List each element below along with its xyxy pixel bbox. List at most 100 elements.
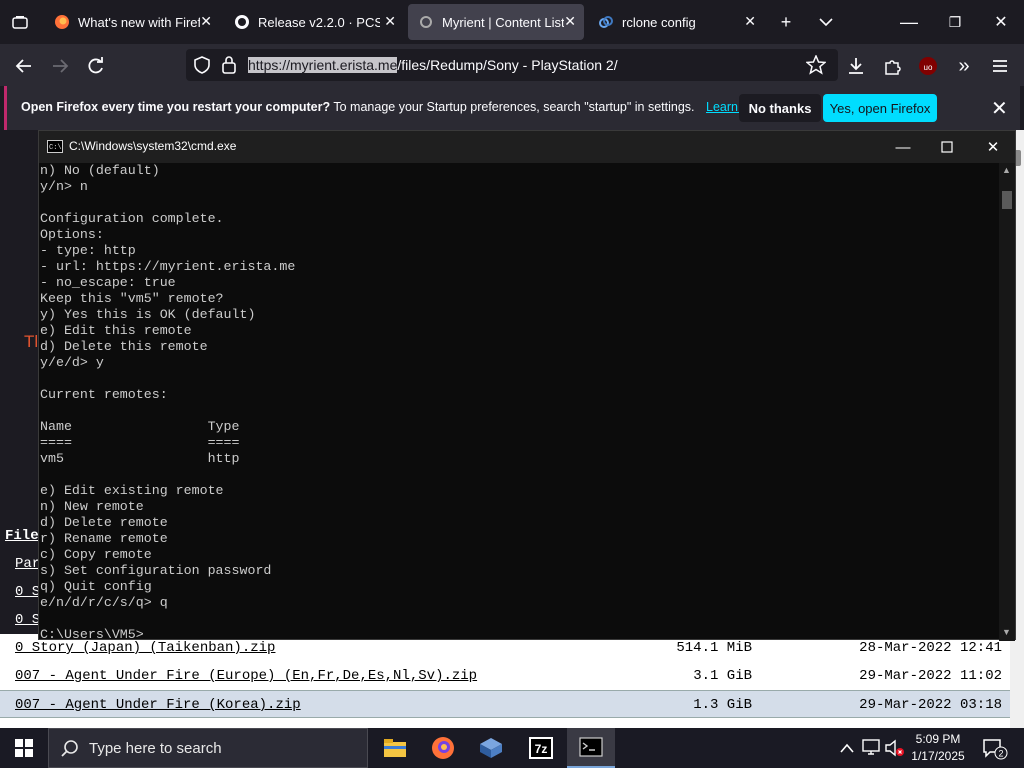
list-all-tabs-button[interactable] [812, 10, 840, 34]
terminal-icon [579, 737, 603, 757]
cmd-close-button[interactable]: ✕ [973, 135, 1013, 159]
cmd-taskbar-button[interactable] [567, 728, 615, 768]
svg-text:C:\: C:\ [49, 144, 62, 152]
reload-button[interactable] [82, 52, 110, 80]
downloads-button[interactable] [842, 52, 870, 80]
rclone-icon [598, 14, 614, 30]
myrient-icon [418, 14, 434, 30]
close-icon[interactable]: ✕ [384, 13, 396, 30]
taskbar: Type here to search 7z 5:09 PM 1/17/2025… [0, 728, 1024, 768]
plus-icon: + [780, 11, 792, 32]
url-path: /files/Redump/Sony - PlayStation 2/ [397, 57, 618, 73]
file-link-fragment[interactable]: 0 S [15, 584, 40, 600]
cmd-maximize-button[interactable] [927, 135, 967, 159]
file-date: 29-Mar-2022 11:02 [859, 668, 1002, 684]
file-explorer-button[interactable] [371, 728, 419, 768]
back-button[interactable] [10, 52, 38, 80]
firefox-icon [432, 737, 454, 759]
no-thanks-button[interactable]: No thanks [739, 94, 821, 122]
file-column-header[interactable]: File [5, 528, 39, 544]
close-icon[interactable]: ✕ [991, 96, 1008, 121]
close-icon[interactable]: ✕ [564, 13, 576, 30]
close-icon: ✕ [986, 139, 1000, 156]
star-icon[interactable] [805, 54, 827, 80]
notification-message: Open Firefox every time you restart your… [21, 100, 770, 114]
file-size: 514.1 MiB [676, 640, 752, 656]
clock-date: 1/17/2025 [911, 749, 965, 763]
taskbar-search[interactable]: Type here to search [48, 728, 368, 768]
close-icon[interactable]: ✕ [200, 13, 212, 30]
github-icon [234, 14, 250, 30]
new-tab-button[interactable]: + [772, 10, 800, 34]
tab-label: What's new with Firefox [78, 14, 200, 30]
search-placeholder: Type here to search [89, 740, 222, 757]
cmd-console[interactable]: n) No (default) y/n> n Configuration com… [39, 163, 999, 641]
double-chevron-right-icon: » [958, 54, 970, 77]
download-icon [849, 58, 863, 74]
parent-directory-link[interactable]: Par [15, 556, 40, 572]
firefox-taskbar-button[interactable] [419, 728, 467, 768]
windows-logo-icon [15, 739, 33, 757]
close-icon[interactable]: ✕ [744, 13, 756, 30]
page-heading-fragment: Tl [24, 332, 39, 351]
tab-rclone[interactable]: rclone config ✕ [588, 4, 764, 40]
file-link-fragment[interactable]: 0 S [15, 612, 40, 628]
minimize-button[interactable]: — [894, 10, 924, 34]
notification-question: Open Firefox every time you restart your… [21, 100, 331, 114]
reload-icon [88, 57, 103, 74]
svg-text:uo: uo [924, 63, 933, 72]
file-row-clipped[interactable] [0, 718, 1010, 728]
arrow-right-icon [53, 59, 69, 73]
firefox-icon [54, 14, 70, 30]
scroll-up-icon[interactable]: ▲ [1002, 165, 1011, 175]
tab-list-button[interactable] [6, 10, 34, 34]
console-output: n) No (default) y/n> n Configuration com… [40, 163, 296, 641]
file-name-link[interactable]: 0 Story (Japan) (Taikenban).zip [15, 640, 275, 656]
tab-release[interactable]: Release v2.2.0 · PCSX2/pcsx2 ✕ [224, 4, 404, 40]
app-menu-button[interactable] [986, 52, 1014, 80]
file-row[interactable]: 007 - Agent Under Fire (Europe) (En,Fr,D… [0, 662, 1010, 690]
cmd-window[interactable]: C:\ C:\Windows\system32\cmd.exe — ✕ n) N… [38, 130, 1016, 641]
ublock-button[interactable]: uo [914, 52, 942, 80]
cmd-scrollbar[interactable]: ▲ ▼ [999, 163, 1015, 641]
minimize-icon: — [895, 138, 911, 156]
notification-detail: To manage your Startup preferences, sear… [333, 100, 695, 114]
forward-button[interactable] [46, 52, 74, 80]
tab-label: rclone config [622, 14, 696, 30]
nav-bar: https://myrient.erista.me/files/Redump/S… [0, 44, 1024, 86]
overflow-menu-button[interactable]: » [950, 52, 978, 80]
cmd-minimize-button[interactable]: — [883, 135, 923, 159]
shield-icon[interactable] [194, 56, 210, 79]
chevron-up-icon[interactable] [840, 740, 854, 758]
cmd-scrollbar-thumb[interactable] [1002, 191, 1012, 209]
file-size: 3.1 GiB [693, 668, 752, 684]
notification-center-icon[interactable]: 2 [982, 738, 1008, 765]
file-row[interactable]: 007 - Agent Under Fire (Korea).zip 1.3 G… [0, 690, 1010, 718]
lock-icon[interactable] [222, 56, 236, 79]
close-window-button[interactable]: ✕ [986, 10, 1016, 34]
extensions-button[interactable] [878, 52, 906, 80]
url-bar[interactable]: https://myrient.erista.me/files/Redump/S… [186, 49, 838, 81]
ublock-origin-icon: uo [919, 57, 937, 75]
tab-whats-new[interactable]: What's new with Firefox ✕ [44, 4, 220, 40]
restore-button[interactable]: ❐ [940, 10, 970, 34]
cmd-title-bar[interactable]: C:\ C:\Windows\system32\cmd.exe — ✕ [39, 131, 1015, 163]
url-text[interactable]: https://myrient.erista.me/files/Redump/S… [248, 57, 618, 73]
app-taskbar-button[interactable] [467, 728, 515, 768]
open-firefox-button[interactable]: Yes, open Firefox [823, 94, 937, 122]
maximize-icon [941, 141, 953, 153]
file-name-link[interactable]: 007 - Agent Under Fire (Europe) (En,Fr,D… [15, 668, 477, 684]
tab-myrient[interactable]: Myrient | Content Listing ✕ [408, 4, 584, 40]
scroll-down-icon[interactable]: ▼ [1002, 627, 1011, 637]
cmd-icon: C:\ [47, 140, 63, 153]
chevron-down-icon [819, 18, 833, 27]
file-date: 29-Mar-2022 03:18 [859, 697, 1002, 713]
start-button[interactable] [0, 728, 48, 768]
file-name-link[interactable]: 007 - Agent Under Fire (Korea).zip [15, 697, 301, 713]
clock-time: 5:09 PM [915, 732, 961, 746]
cmd-title: C:\Windows\system32\cmd.exe [69, 139, 237, 153]
7zip-taskbar-button[interactable]: 7z [517, 728, 565, 768]
7zip-icon: 7z [529, 737, 553, 759]
network-icon[interactable] [862, 739, 880, 760]
system-clock[interactable]: 5:09 PM 1/17/2025 [900, 731, 976, 765]
